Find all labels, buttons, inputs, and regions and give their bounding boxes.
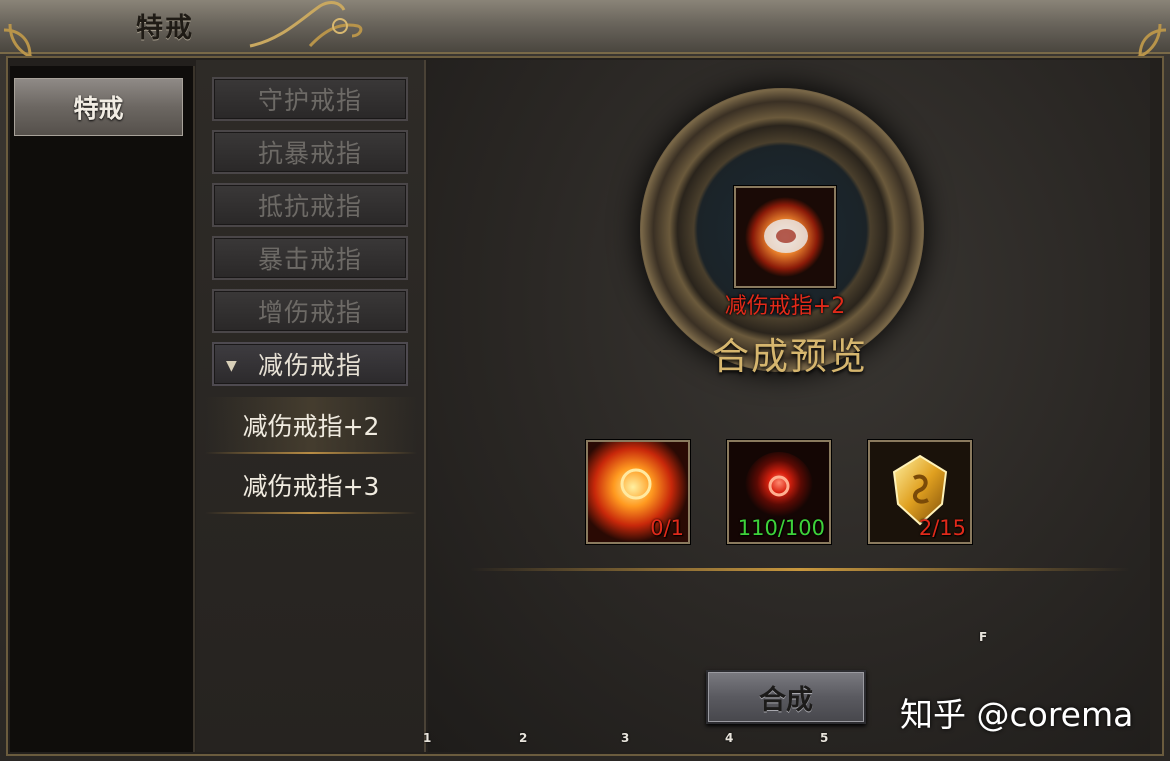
ring-icon (736, 188, 834, 286)
preview-item-slot[interactable] (734, 186, 836, 288)
sub-item-damage-reduce-ring-2[interactable]: 减伤戒指+2 (205, 397, 417, 453)
marker-label: 1 (423, 731, 432, 745)
material-count: 110/100 (737, 516, 825, 540)
category-button-damage-boost-ring[interactable]: 增伤戒指 (212, 289, 408, 333)
sub-item-damage-reduce-ring-3[interactable]: 减伤戒指+3 (205, 457, 417, 513)
divider (205, 512, 417, 514)
preview-item-name: 减伤戒指+2 (724, 294, 846, 319)
category-label: 抵抗戒指 (257, 192, 362, 221)
marker-label: 4 (725, 731, 734, 745)
category-button-damage-reduce-ring[interactable]: ▼ 减伤戒指 (212, 342, 408, 386)
category-label: 减伤戒指 (257, 351, 362, 380)
marker-label: 2 (519, 731, 528, 745)
material-slot-2[interactable]: 110/100 (727, 440, 831, 544)
category-label: 增伤戒指 (257, 298, 362, 327)
sidebar (10, 66, 195, 752)
category-button-guard-ring[interactable]: 守护戒指 (212, 77, 408, 121)
category-button-crit-ring[interactable]: 暴击戒指 (212, 236, 408, 280)
divider (205, 452, 417, 454)
triangle-down-icon: ▼ (226, 358, 238, 374)
marker-label: 5 (820, 731, 829, 745)
marker-f: F (979, 630, 988, 644)
tab-special-rings[interactable]: 特戒 (14, 78, 183, 136)
category-label: 抗暴戒指 (257, 139, 362, 168)
material-count: 2/15 (918, 516, 966, 540)
combine-button[interactable]: 合成 (706, 670, 866, 724)
preview-title: 合成预览 (712, 335, 868, 378)
material-count: 0/1 (650, 516, 684, 540)
category-label: 暴击戒指 (257, 245, 362, 274)
marker-label: 3 (621, 731, 630, 745)
window-title: 特戒 (136, 13, 194, 44)
divider (470, 568, 1130, 571)
material-slot-1[interactable]: 0/1 (586, 440, 690, 544)
title-bar: 特戒 (0, 0, 1170, 54)
category-button-resist-ring[interactable]: 抵抗戒指 (212, 183, 408, 227)
category-button-anti-crit-ring[interactable]: 抗暴戒指 (212, 130, 408, 174)
watermark: 知乎 @corema (900, 695, 1134, 734)
category-label: 守护戒指 (257, 86, 362, 115)
ornament-icon (249, 1, 363, 48)
material-slot-3[interactable]: 2/15 (868, 440, 972, 544)
